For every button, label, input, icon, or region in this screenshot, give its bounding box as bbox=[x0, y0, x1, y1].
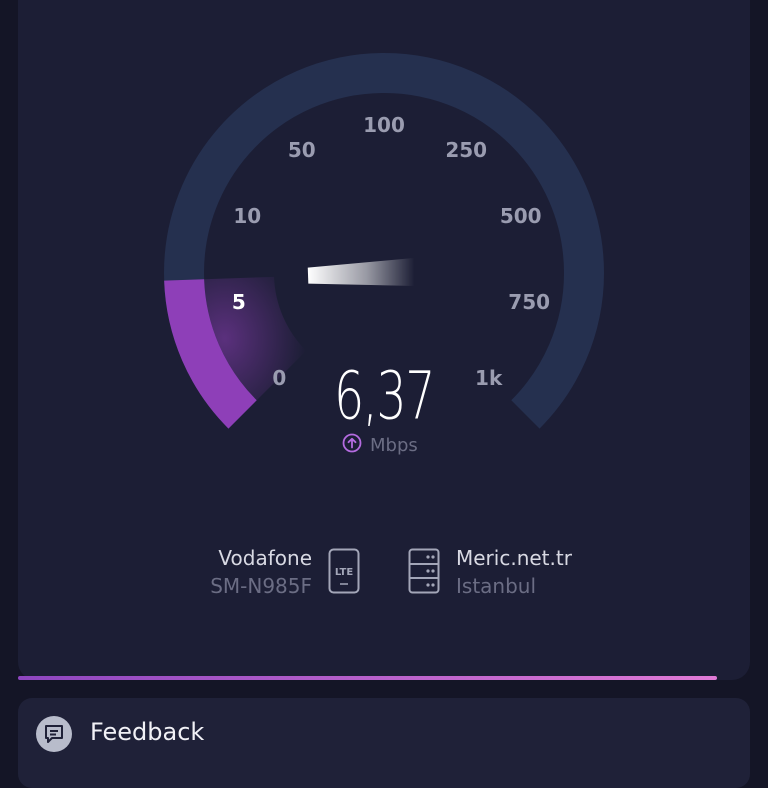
gauge-tick-5: 5 bbox=[231, 289, 246, 314]
server-name: Meric.net.tr bbox=[456, 546, 572, 570]
feedback-label: Feedback bbox=[90, 718, 205, 746]
gauge-tick-10: 10 bbox=[233, 204, 262, 229]
gauge-needle bbox=[307, 257, 415, 286]
feedback-button[interactable]: Feedback bbox=[18, 698, 750, 788]
gauge-tick-1k: 1k bbox=[475, 365, 503, 390]
gauge-tick-500: 500 bbox=[499, 204, 542, 229]
gauge-tick-750: 750 bbox=[508, 289, 551, 314]
provider-info: Vodafone SM-N985F bbox=[210, 544, 312, 600]
upload-arrow-icon bbox=[342, 433, 362, 457]
lte-badge: LTE bbox=[335, 567, 354, 578]
gauge-tick-250: 250 bbox=[445, 137, 488, 162]
server-location: Istanbul bbox=[456, 574, 537, 598]
speed-unit-row: Mbps bbox=[342, 432, 418, 458]
speed-unit: Mbps bbox=[370, 434, 418, 456]
gauge-tick-100: 100 bbox=[363, 113, 405, 137]
chat-bubble-icon bbox=[36, 716, 72, 752]
test-progress-bar bbox=[18, 676, 718, 680]
gauge-tick-50: 50 bbox=[287, 137, 316, 162]
phone-lte-icon: LTE bbox=[328, 548, 360, 598]
server-info[interactable]: Meric.net.tr Istanbul bbox=[456, 544, 572, 600]
device-model: SM-N985F bbox=[210, 574, 312, 598]
gauge-tick-0: 0 bbox=[272, 365, 287, 390]
server-icon bbox=[408, 548, 440, 598]
provider-name: Vodafone bbox=[218, 546, 312, 570]
speed-value: 6,37 bbox=[333, 357, 435, 435]
